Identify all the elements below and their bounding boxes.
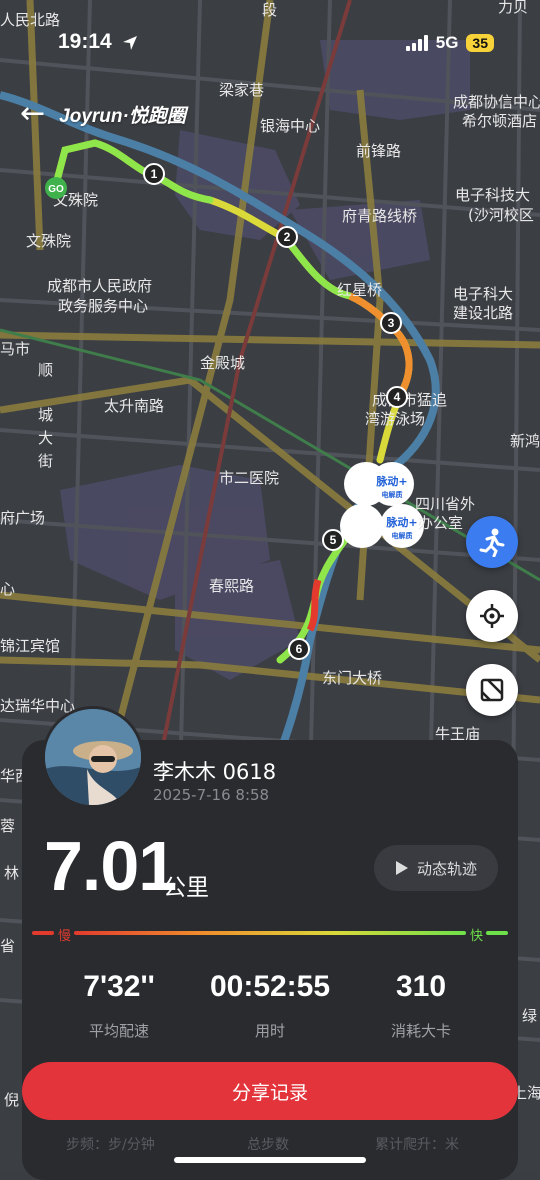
distance-unit: 公里 — [163, 875, 209, 901]
svg-text:银海中心: 银海中心 — [260, 117, 320, 135]
km-marker[interactable]: 6 — [288, 638, 310, 660]
brand-logo: Joyrun·悦跑圈 — [59, 105, 186, 127]
km-marker[interactable]: 2 — [276, 226, 298, 248]
svg-text:东门大桥: 东门大桥 — [322, 669, 382, 687]
svg-text:办公室: 办公室 — [418, 514, 463, 532]
svg-text:市二医院: 市二医院 — [219, 469, 279, 487]
svg-text:红星桥: 红星桥 — [337, 281, 382, 299]
svg-text:顺: 顺 — [38, 361, 53, 379]
app-header: ← Joyrun·悦跑圈 — [20, 94, 186, 134]
back-arrow-icon[interactable]: ← — [20, 99, 45, 129]
svg-text:3: 3 — [388, 316, 395, 330]
svg-text:大: 大 — [38, 429, 53, 447]
stat-label: 用时 — [254, 1022, 285, 1040]
stat-label: 平均配速 — [88, 1022, 149, 1040]
pace-gradient-bar — [32, 930, 508, 936]
svg-text:梁家巷: 梁家巷 — [219, 81, 264, 99]
svg-text:街: 街 — [38, 452, 53, 470]
svg-text:前锋路: 前锋路 — [356, 142, 401, 160]
svg-text:新鸿: 新鸿 — [510, 432, 540, 450]
promo-label: 脉动+ — [385, 515, 417, 529]
svg-text:锦江宾馆: 锦江宾馆 — [0, 637, 60, 655]
svg-text:金殿城: 金殿城 — [200, 354, 245, 372]
svg-text:春熙路: 春熙路 — [209, 577, 254, 595]
svg-text:6: 6 — [296, 642, 303, 656]
svg-text:省: 省 — [0, 937, 15, 955]
km-marker[interactable]: 3 — [380, 312, 402, 334]
stat-calories: 310 消耗大卡 — [346, 970, 496, 1041]
svg-text:府广场: 府广场 — [0, 509, 45, 527]
svg-text:GO: GO — [48, 184, 64, 195]
stat-value: 310 — [395, 970, 447, 1003]
km-marker[interactable]: 1 — [143, 163, 165, 185]
svg-text:成都市人民政府: 成都市人民政府 — [47, 277, 152, 295]
status-time: 19:14 — [58, 30, 112, 53]
svg-text:电子科技大: 电子科技大 — [455, 186, 530, 204]
cadence-label: 步频：步/分钟 — [66, 1137, 155, 1153]
svg-text:建设北路: 建设北路 — [453, 304, 513, 322]
replay-label: 动态轨迹 — [416, 859, 477, 878]
svg-text:绿: 绿 — [522, 1007, 537, 1025]
svg-text:2: 2 — [284, 230, 291, 244]
stat-avg-pace: 7'32'' 平均配速 — [44, 970, 194, 1041]
map-layer-button[interactable] — [466, 664, 518, 716]
svg-text:蓉: 蓉 — [0, 817, 15, 835]
stat-value: 00:52:55 — [209, 970, 331, 1003]
battery-level: 35 — [466, 34, 494, 52]
svg-text:政务服务中心: 政务服务中心 — [58, 297, 148, 315]
slow-label: 慢 — [58, 929, 72, 944]
distance-value: 7.01 — [44, 827, 177, 905]
signal-icon — [405, 35, 428, 51]
svg-text:文殊院: 文殊院 — [26, 232, 71, 250]
svg-text:湾游泳场: 湾游泳场 — [365, 410, 425, 428]
runner-mode-button[interactable] — [466, 516, 518, 568]
elevation-label: 累计爬升：米 — [375, 1137, 459, 1153]
play-icon — [395, 861, 408, 875]
svg-text:希尔顿酒店: 希尔顿酒店 — [462, 112, 537, 130]
svg-text:达瑞华中心: 达瑞华中心 — [0, 697, 75, 715]
total-steps-label: 总步数 — [247, 1137, 289, 1153]
svg-text:四川省外: 四川省外 — [415, 495, 475, 513]
svg-text:成都市猛追: 成都市猛追 — [372, 391, 447, 409]
user-name: 李木木 0618 — [153, 760, 277, 784]
promo-sub: 电解质 — [382, 490, 403, 499]
svg-text:5: 5 — [330, 533, 337, 547]
svg-text:城: 城 — [38, 406, 53, 424]
fast-label: 快 — [470, 929, 484, 944]
svg-text:林: 林 — [4, 864, 19, 882]
runner-icon — [479, 528, 505, 557]
promo-label: 脉动+ — [375, 474, 407, 488]
share-button[interactable]: 分享记录 — [22, 1062, 518, 1120]
stat-value: 7'32'' — [83, 970, 155, 1003]
avatar[interactable] — [42, 706, 144, 808]
map-layer-icon — [480, 678, 504, 702]
svg-text:(沙河校区: (沙河校区 — [468, 206, 534, 224]
svg-text:府青路线桥: 府青路线桥 — [342, 207, 417, 225]
network-type: 5G — [435, 33, 459, 52]
svg-text:心: 心 — [0, 580, 15, 598]
start-badge: GO — [45, 177, 67, 199]
promo-sub: 电解质 — [392, 531, 413, 540]
stat-label: 消耗大卡 — [390, 1022, 451, 1040]
route-replay-button[interactable]: 动态轨迹 — [374, 845, 498, 891]
svg-text:1: 1 — [151, 167, 158, 181]
svg-text:电子科大: 电子科大 — [453, 285, 513, 303]
locate-icon — [480, 604, 504, 628]
km-marker[interactable]: 5 — [322, 529, 344, 551]
run-datetime: 2025-7-16 8:58 — [153, 786, 270, 804]
status-bar: 19:14 5G 35 — [0, 0, 540, 80]
svg-text:太升南路: 太升南路 — [104, 397, 164, 415]
svg-text:4: 4 — [394, 390, 401, 404]
home-indicator[interactable] — [174, 1157, 366, 1163]
svg-text:马市: 马市 — [0, 340, 30, 358]
location-arrow-icon — [123, 36, 137, 50]
stat-duration: 00:52:55 用时 — [195, 970, 345, 1041]
locate-button[interactable] — [466, 590, 518, 642]
km-marker[interactable]: 4 — [386, 386, 408, 408]
svg-text:成都协信中心: 成都协信中心 — [453, 93, 540, 111]
svg-text:倪: 倪 — [4, 1091, 19, 1109]
